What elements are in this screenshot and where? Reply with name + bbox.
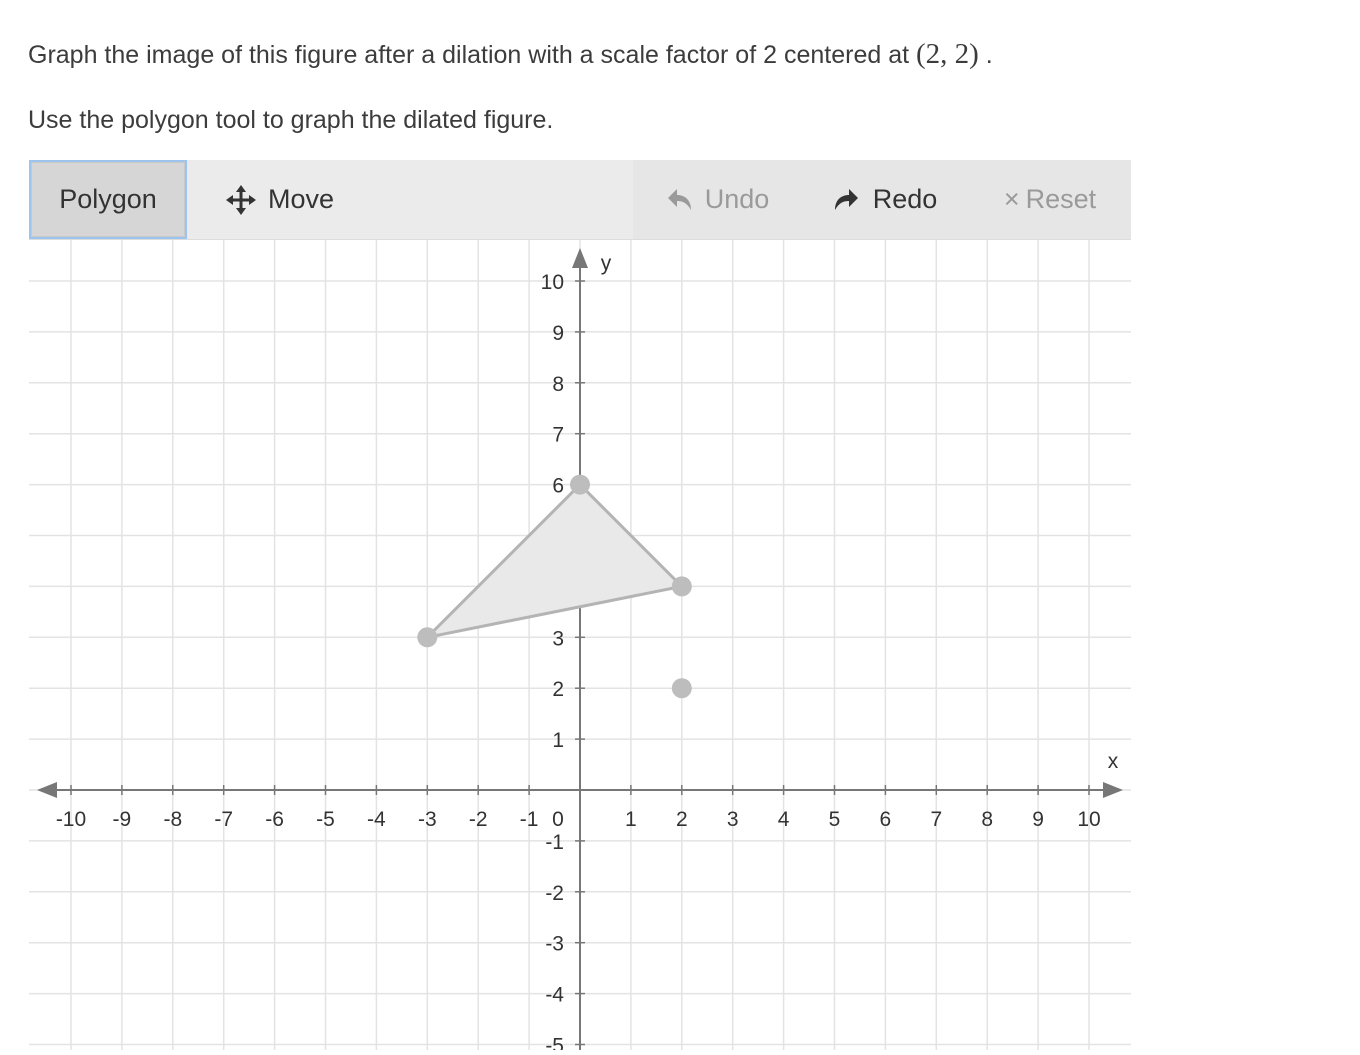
x-tick-label: 10 [1077, 808, 1100, 831]
graph-toolbar: Polygon Move Undo Redo × Reset [29, 160, 1131, 240]
x-axis-label: x [1108, 750, 1119, 773]
x-tick-label: -3 [418, 808, 437, 831]
y-tick-label: 6 [552, 475, 564, 498]
axes [37, 248, 1123, 1050]
x-tick-label: -6 [265, 808, 284, 831]
triangle-vertex-point [570, 474, 590, 495]
y-tick-label: 1 [552, 729, 564, 752]
x-tick-label: -8 [163, 808, 182, 831]
x-axis-left-arrow [37, 782, 57, 798]
x-tick-label: 3 [727, 808, 739, 831]
y-tick-label: -2 [545, 882, 564, 905]
x-tick-label: 8 [981, 808, 993, 831]
center-coordinates: (2, 2) [916, 38, 979, 70]
x-tick-label: 0 [552, 808, 564, 831]
triangle-vertex-point [671, 576, 692, 597]
y-tick-label: 3 [552, 627, 564, 650]
coordinate-plane-svg[interactable]: -10-9-8-7-6-5-4-3-2-10123456789101098765… [29, 240, 1131, 1055]
x-tick-label: 9 [1032, 808, 1044, 831]
redo-label: Redo [872, 184, 938, 214]
x-tick-label: 7 [930, 808, 942, 831]
x-axis-right-arrow [1103, 782, 1123, 798]
tick-labels: -10-9-8-7-6-5-4-3-2-10123456789101098765… [56, 252, 1119, 1055]
y-tick-label: -4 [545, 984, 564, 1007]
original-triangle [425, 483, 684, 639]
y-tick-label: -5 [545, 1035, 564, 1051]
x-tick-label: 1 [625, 808, 637, 831]
instruction-text: Use the polygon tool to graph the dilate… [28, 106, 554, 134]
prompt-text: Graph the image of this figure after a d… [28, 38, 993, 71]
y-axis-up-arrow [572, 248, 588, 268]
prompt-text-main: Graph the image of this figure after a d… [28, 41, 916, 69]
y-tick-label: -3 [545, 933, 564, 956]
y-tick-label: -1 [545, 831, 564, 854]
x-tick-label: -1 [520, 808, 539, 831]
x-tick-label: -9 [113, 808, 132, 831]
coordinate-plane[interactable]: -10-9-8-7-6-5-4-3-2-10123456789101098765… [29, 240, 1131, 1055]
move-tool-label: Move [267, 184, 335, 214]
x-tick-label: 5 [829, 808, 841, 831]
reset-button[interactable]: × Reset [969, 160, 1131, 239]
redo-arrow-icon [833, 187, 861, 213]
x-tick-label: -4 [367, 808, 386, 831]
x-tick-label: -5 [316, 808, 335, 831]
close-x-icon: × [1003, 184, 1020, 214]
prompt-text-end: . [978, 41, 993, 69]
x-tick-label: -2 [469, 808, 488, 831]
triangle-vertex-point [417, 627, 438, 648]
y-tick-label: 7 [552, 424, 564, 447]
move-arrows-icon [225, 184, 256, 215]
x-tick-label: 6 [880, 808, 892, 831]
polygon-tool-label: Polygon [59, 184, 157, 214]
move-tool-button[interactable]: Move [205, 160, 355, 239]
y-axis-label: y [601, 252, 612, 275]
y-tick-label: 8 [552, 373, 564, 396]
dilation-center-point [671, 678, 692, 699]
undo-label: Undo [704, 184, 770, 214]
y-tick-label: 2 [552, 678, 564, 701]
y-tick-label: 10 [541, 271, 564, 294]
undo-arrow-icon [665, 187, 693, 213]
polygon-tool-button[interactable]: Polygon [29, 160, 187, 239]
x-tick-label: -7 [214, 808, 233, 831]
reset-label: Reset [1025, 184, 1097, 214]
x-tick-label: -10 [56, 808, 86, 831]
x-tick-label: 4 [778, 808, 790, 831]
x-tick-label: 2 [676, 808, 688, 831]
redo-button[interactable]: Redo [801, 160, 969, 239]
y-tick-label: 9 [552, 322, 564, 345]
undo-button[interactable]: Undo [633, 160, 801, 239]
